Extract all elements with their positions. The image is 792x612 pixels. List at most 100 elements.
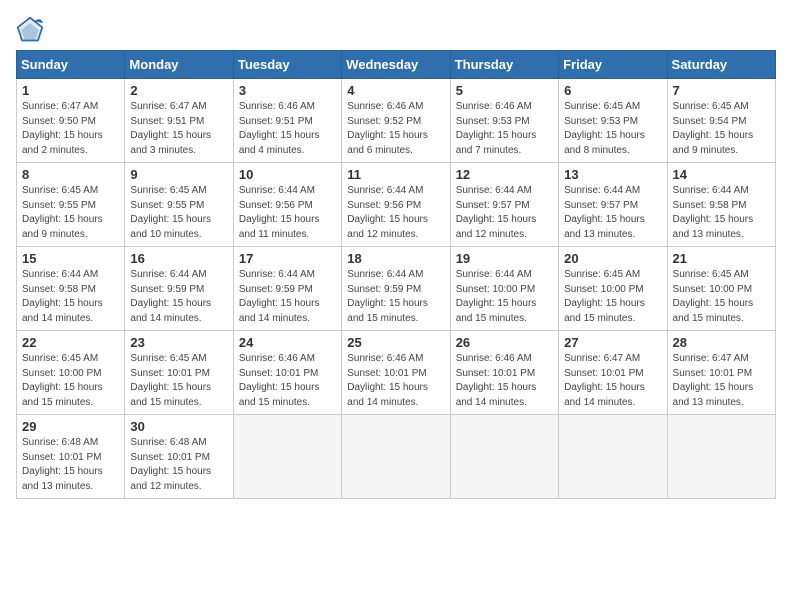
day-info: Sunrise: 6:47 AM Sunset: 9:51 PM Dayligh… — [130, 100, 227, 158]
day-info: Sunrise: 6:45 AM Sunset: 10:01 PM Daylig… — [130, 352, 227, 410]
day-info: Sunrise: 6:46 AM Sunset: 9:53 PM Dayligh… — [456, 100, 553, 158]
day-info: Sunrise: 6:46 AM Sunset: 10:01 PM Daylig… — [347, 352, 444, 410]
calendar-cell — [342, 415, 450, 499]
day-number: 5 — [456, 83, 553, 98]
day-info: Sunrise: 6:46 AM Sunset: 9:51 PM Dayligh… — [239, 100, 336, 158]
day-number: 28 — [673, 335, 770, 350]
calendar-cell: 15 Sunrise: 6:44 AM Sunset: 9:58 PM Dayl… — [17, 247, 125, 331]
day-info: Sunrise: 6:47 AM Sunset: 10:01 PM Daylig… — [564, 352, 661, 410]
day-info: Sunrise: 6:44 AM Sunset: 9:56 PM Dayligh… — [347, 184, 444, 242]
logo-icon — [16, 16, 44, 44]
calendar-cell — [233, 415, 341, 499]
calendar-header-row: SundayMondayTuesdayWednesdayThursdayFrid… — [17, 51, 776, 79]
calendar-cell: 24 Sunrise: 6:46 AM Sunset: 10:01 PM Day… — [233, 331, 341, 415]
calendar-cell: 20 Sunrise: 6:45 AM Sunset: 10:00 PM Day… — [559, 247, 667, 331]
day-number: 14 — [673, 167, 770, 182]
calendar-cell: 22 Sunrise: 6:45 AM Sunset: 10:00 PM Day… — [17, 331, 125, 415]
day-number: 6 — [564, 83, 661, 98]
day-info: Sunrise: 6:44 AM Sunset: 9:58 PM Dayligh… — [22, 268, 119, 326]
col-header-monday: Monday — [125, 51, 233, 79]
day-info: Sunrise: 6:45 AM Sunset: 9:54 PM Dayligh… — [673, 100, 770, 158]
calendar-cell: 6 Sunrise: 6:45 AM Sunset: 9:53 PM Dayli… — [559, 79, 667, 163]
day-info: Sunrise: 6:45 AM Sunset: 9:53 PM Dayligh… — [564, 100, 661, 158]
calendar-cell: 16 Sunrise: 6:44 AM Sunset: 9:59 PM Dayl… — [125, 247, 233, 331]
day-number: 20 — [564, 251, 661, 266]
col-header-saturday: Saturday — [667, 51, 775, 79]
day-info: Sunrise: 6:44 AM Sunset: 9:59 PM Dayligh… — [239, 268, 336, 326]
col-header-thursday: Thursday — [450, 51, 558, 79]
calendar-cell: 26 Sunrise: 6:46 AM Sunset: 10:01 PM Day… — [450, 331, 558, 415]
logo — [16, 16, 48, 44]
calendar-cell: 21 Sunrise: 6:45 AM Sunset: 10:00 PM Day… — [667, 247, 775, 331]
calendar-cell: 27 Sunrise: 6:47 AM Sunset: 10:01 PM Day… — [559, 331, 667, 415]
day-info: Sunrise: 6:44 AM Sunset: 9:58 PM Dayligh… — [673, 184, 770, 242]
day-info: Sunrise: 6:45 AM Sunset: 9:55 PM Dayligh… — [22, 184, 119, 242]
day-number: 26 — [456, 335, 553, 350]
day-info: Sunrise: 6:46 AM Sunset: 9:52 PM Dayligh… — [347, 100, 444, 158]
calendar-cell: 13 Sunrise: 6:44 AM Sunset: 9:57 PM Dayl… — [559, 163, 667, 247]
day-number: 2 — [130, 83, 227, 98]
day-number: 17 — [239, 251, 336, 266]
calendar-cell: 14 Sunrise: 6:44 AM Sunset: 9:58 PM Dayl… — [667, 163, 775, 247]
day-info: Sunrise: 6:45 AM Sunset: 10:00 PM Daylig… — [673, 268, 770, 326]
calendar-cell: 10 Sunrise: 6:44 AM Sunset: 9:56 PM Dayl… — [233, 163, 341, 247]
day-info: Sunrise: 6:46 AM Sunset: 10:01 PM Daylig… — [239, 352, 336, 410]
day-info: Sunrise: 6:44 AM Sunset: 9:59 PM Dayligh… — [347, 268, 444, 326]
col-header-friday: Friday — [559, 51, 667, 79]
calendar-cell: 18 Sunrise: 6:44 AM Sunset: 9:59 PM Dayl… — [342, 247, 450, 331]
day-info: Sunrise: 6:44 AM Sunset: 10:00 PM Daylig… — [456, 268, 553, 326]
calendar-cell: 7 Sunrise: 6:45 AM Sunset: 9:54 PM Dayli… — [667, 79, 775, 163]
calendar-cell: 12 Sunrise: 6:44 AM Sunset: 9:57 PM Dayl… — [450, 163, 558, 247]
calendar-cell: 23 Sunrise: 6:45 AM Sunset: 10:01 PM Day… — [125, 331, 233, 415]
col-header-tuesday: Tuesday — [233, 51, 341, 79]
calendar-cell: 19 Sunrise: 6:44 AM Sunset: 10:00 PM Day… — [450, 247, 558, 331]
day-info: Sunrise: 6:46 AM Sunset: 10:01 PM Daylig… — [456, 352, 553, 410]
calendar-week-row: 22 Sunrise: 6:45 AM Sunset: 10:00 PM Day… — [17, 331, 776, 415]
col-header-wednesday: Wednesday — [342, 51, 450, 79]
calendar-week-row: 1 Sunrise: 6:47 AM Sunset: 9:50 PM Dayli… — [17, 79, 776, 163]
day-number: 1 — [22, 83, 119, 98]
day-info: Sunrise: 6:48 AM Sunset: 10:01 PM Daylig… — [22, 436, 119, 494]
day-info: Sunrise: 6:45 AM Sunset: 9:55 PM Dayligh… — [130, 184, 227, 242]
day-number: 29 — [22, 419, 119, 434]
day-number: 18 — [347, 251, 444, 266]
calendar-cell — [667, 415, 775, 499]
calendar-cell: 5 Sunrise: 6:46 AM Sunset: 9:53 PM Dayli… — [450, 79, 558, 163]
day-info: Sunrise: 6:47 AM Sunset: 9:50 PM Dayligh… — [22, 100, 119, 158]
day-number: 25 — [347, 335, 444, 350]
calendar-cell — [450, 415, 558, 499]
day-info: Sunrise: 6:47 AM Sunset: 10:01 PM Daylig… — [673, 352, 770, 410]
page-header — [16, 16, 776, 44]
day-info: Sunrise: 6:44 AM Sunset: 9:56 PM Dayligh… — [239, 184, 336, 242]
day-number: 4 — [347, 83, 444, 98]
day-number: 10 — [239, 167, 336, 182]
day-number: 3 — [239, 83, 336, 98]
calendar-week-row: 29 Sunrise: 6:48 AM Sunset: 10:01 PM Day… — [17, 415, 776, 499]
day-info: Sunrise: 6:45 AM Sunset: 10:00 PM Daylig… — [22, 352, 119, 410]
day-info: Sunrise: 6:48 AM Sunset: 10:01 PM Daylig… — [130, 436, 227, 494]
day-number: 23 — [130, 335, 227, 350]
calendar-cell: 3 Sunrise: 6:46 AM Sunset: 9:51 PM Dayli… — [233, 79, 341, 163]
day-number: 19 — [456, 251, 553, 266]
day-number: 12 — [456, 167, 553, 182]
calendar-cell: 8 Sunrise: 6:45 AM Sunset: 9:55 PM Dayli… — [17, 163, 125, 247]
day-number: 27 — [564, 335, 661, 350]
calendar-cell: 25 Sunrise: 6:46 AM Sunset: 10:01 PM Day… — [342, 331, 450, 415]
calendar-week-row: 15 Sunrise: 6:44 AM Sunset: 9:58 PM Dayl… — [17, 247, 776, 331]
day-info: Sunrise: 6:44 AM Sunset: 9:57 PM Dayligh… — [456, 184, 553, 242]
calendar-cell: 4 Sunrise: 6:46 AM Sunset: 9:52 PM Dayli… — [342, 79, 450, 163]
col-header-sunday: Sunday — [17, 51, 125, 79]
day-number: 30 — [130, 419, 227, 434]
day-number: 21 — [673, 251, 770, 266]
calendar-cell: 28 Sunrise: 6:47 AM Sunset: 10:01 PM Day… — [667, 331, 775, 415]
calendar-table: SundayMondayTuesdayWednesdayThursdayFrid… — [16, 50, 776, 499]
day-number: 7 — [673, 83, 770, 98]
day-number: 16 — [130, 251, 227, 266]
calendar-cell: 1 Sunrise: 6:47 AM Sunset: 9:50 PM Dayli… — [17, 79, 125, 163]
day-number: 9 — [130, 167, 227, 182]
day-number: 24 — [239, 335, 336, 350]
calendar-cell: 29 Sunrise: 6:48 AM Sunset: 10:01 PM Day… — [17, 415, 125, 499]
calendar-cell: 2 Sunrise: 6:47 AM Sunset: 9:51 PM Dayli… — [125, 79, 233, 163]
calendar-cell: 30 Sunrise: 6:48 AM Sunset: 10:01 PM Day… — [125, 415, 233, 499]
calendar-week-row: 8 Sunrise: 6:45 AM Sunset: 9:55 PM Dayli… — [17, 163, 776, 247]
